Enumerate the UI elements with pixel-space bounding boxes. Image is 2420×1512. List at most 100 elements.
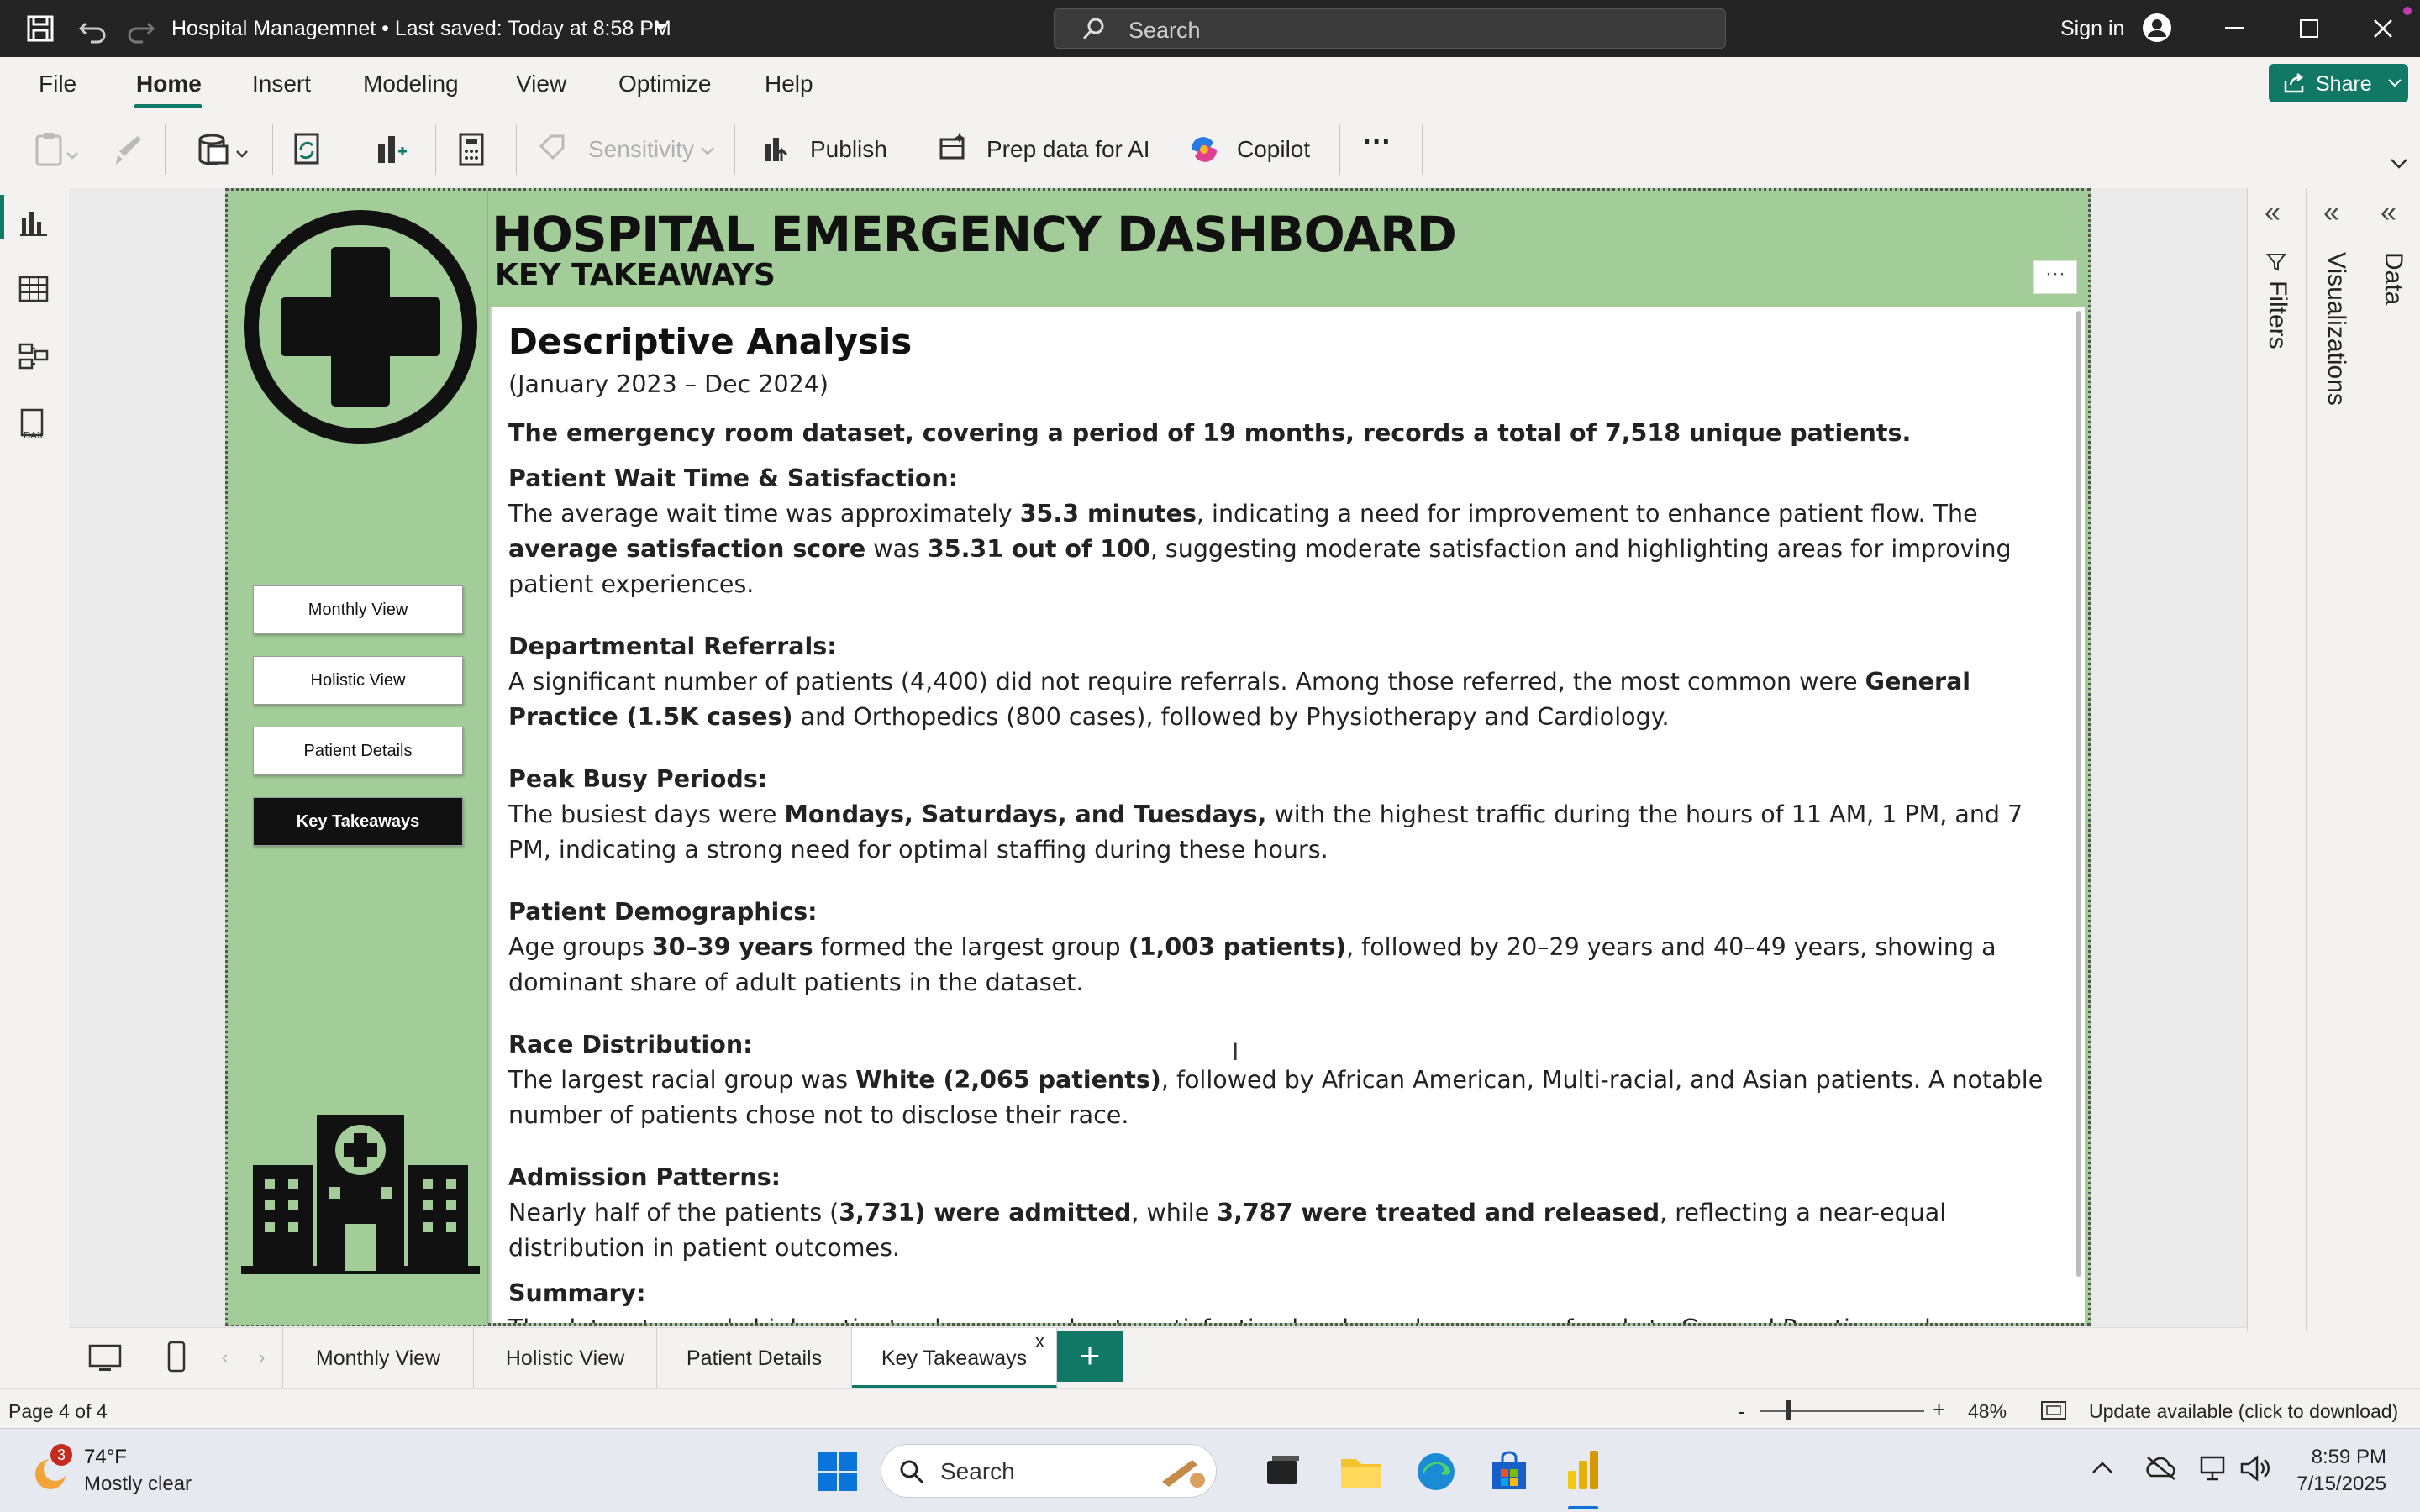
menu-optimize[interactable]: Optimize bbox=[618, 71, 711, 97]
onedrive-sync-icon[interactable] bbox=[2144, 1454, 2178, 1481]
dax-query-view-icon[interactable]: DAX bbox=[17, 407, 50, 440]
refresh-icon[interactable] bbox=[291, 129, 324, 170]
show-hidden-icons-icon[interactable] bbox=[2091, 1459, 2114, 1476]
page-tabs-bar: ‹ › Monthly View Holistic View Patient D… bbox=[69, 1327, 2247, 1389]
sensitivity-icon[interactable] bbox=[538, 129, 568, 170]
report-view-icon[interactable] bbox=[17, 205, 50, 239]
taskbar-clock-time[interactable]: 8:59 PM bbox=[2286, 1446, 2386, 1469]
copilot-label[interactable]: Copilot bbox=[1237, 136, 1310, 163]
page-tab-holistic-view[interactable]: Holistic View bbox=[474, 1328, 657, 1389]
share-chevron-icon bbox=[2388, 79, 2402, 87]
microsoft-store-icon[interactable] bbox=[1489, 1451, 1529, 1493]
maximize-icon[interactable] bbox=[2299, 18, 2319, 39]
model-view-icon[interactable] bbox=[17, 339, 50, 373]
filters-collapse-icon[interactable]: « bbox=[2265, 197, 2281, 229]
menu-insert[interactable]: Insert bbox=[252, 71, 311, 97]
active-view-indicator bbox=[0, 195, 4, 239]
copilot-icon[interactable] bbox=[1186, 129, 1222, 170]
save-icon[interactable] bbox=[25, 13, 55, 44]
format-painter-icon[interactable] bbox=[113, 129, 146, 170]
volume-icon[interactable] bbox=[2238, 1454, 2272, 1483]
prep-data-label[interactable]: Prep data for AI bbox=[986, 136, 1150, 163]
more-options-button[interactable]: ··· bbox=[1363, 126, 1392, 159]
publish-icon[interactable] bbox=[760, 129, 793, 170]
zoom-slider-thumb[interactable] bbox=[1786, 1400, 1791, 1420]
page-tab-key-takeaways[interactable]: Key Takeaways x bbox=[852, 1328, 1057, 1389]
menu-file[interactable]: File bbox=[39, 71, 76, 97]
menu-help[interactable]: Help bbox=[765, 71, 813, 97]
data-pane[interactable]: « Data bbox=[2365, 188, 2420, 1331]
demographics-section: Patient Demographics: Age groups 30–39 y… bbox=[508, 895, 2071, 1000]
publish-label[interactable]: Publish bbox=[810, 136, 887, 163]
nav-holistic-view-button[interactable]: Holistic View bbox=[253, 656, 463, 705]
edge-browser-icon[interactable] bbox=[1415, 1451, 1457, 1493]
prep-data-icon[interactable] bbox=[936, 129, 970, 170]
weather-temperature[interactable]: 74°F bbox=[84, 1446, 127, 1469]
get-data-icon[interactable] bbox=[192, 129, 255, 170]
close-tab-icon[interactable]: x bbox=[1035, 1311, 1044, 1372]
ribbon: Sensitivity Publish Prep data for AI Cop… bbox=[0, 111, 2420, 188]
report-page: Monthly View Holistic View Patient Detai… bbox=[225, 188, 2091, 1326]
weather-badge: 3 bbox=[50, 1444, 72, 1466]
tabs-prev-icon[interactable]: ‹ bbox=[222, 1347, 228, 1368]
chevron-down-icon[interactable] bbox=[652, 22, 669, 34]
nav-monthly-view-button[interactable]: Monthly View bbox=[253, 585, 463, 634]
zoom-out-button[interactable]: - bbox=[1738, 1399, 1745, 1425]
windows-start-icon[interactable] bbox=[817, 1451, 859, 1493]
title-search-box[interactable]: Search bbox=[1054, 8, 1726, 49]
medical-cross-icon bbox=[241, 207, 480, 446]
nav-key-takeaways-button[interactable]: Key Takeaways bbox=[253, 797, 463, 846]
visualizations-collapse-icon[interactable]: « bbox=[2323, 197, 2339, 229]
fit-to-page-icon[interactable] bbox=[2040, 1400, 2067, 1420]
data-collapse-icon[interactable]: « bbox=[2381, 197, 2396, 229]
power-bi-icon[interactable] bbox=[1565, 1449, 1602, 1493]
document-title[interactable]: Hospital Managemnet • Last saved: Today … bbox=[171, 17, 671, 41]
new-visual-icon[interactable] bbox=[373, 129, 407, 170]
sign-in-link[interactable]: Sign in bbox=[2060, 17, 2124, 41]
tabs-next-icon[interactable]: › bbox=[259, 1347, 265, 1368]
ribbon-separator bbox=[516, 124, 517, 175]
minimize-icon[interactable] bbox=[2225, 27, 2244, 30]
page-tab-patient-details[interactable]: Patient Details bbox=[657, 1328, 852, 1389]
page-tab-label: Key Takeaways bbox=[881, 1347, 1028, 1370]
paste-icon[interactable] bbox=[34, 129, 81, 170]
task-view-icon[interactable] bbox=[1264, 1452, 1302, 1491]
redo-icon[interactable] bbox=[126, 13, 156, 44]
update-available-link[interactable]: Update available (click to download) bbox=[2089, 1400, 2398, 1423]
filters-pane[interactable]: « Filters bbox=[2247, 188, 2306, 1331]
account-icon[interactable] bbox=[2141, 12, 2173, 44]
textbox-scrollbar[interactable] bbox=[2076, 311, 2081, 1277]
add-page-button[interactable]: + bbox=[1057, 1331, 1123, 1382]
zoom-slider-track[interactable] bbox=[1760, 1410, 1924, 1412]
section-title: Patient Wait Time & Satisfaction: bbox=[508, 465, 959, 492]
network-icon[interactable] bbox=[2198, 1454, 2228, 1483]
menu-view[interactable]: View bbox=[516, 71, 566, 97]
desktop-layout-icon[interactable] bbox=[87, 1343, 123, 1373]
filters-pane-label: Filters bbox=[2264, 281, 2291, 349]
sensitivity-label[interactable]: Sensitivity bbox=[588, 136, 694, 163]
section-text: The largest racial group was bbox=[508, 1066, 856, 1094]
share-button[interactable]: Share bbox=[2269, 64, 2408, 102]
menu-home[interactable]: Home bbox=[136, 71, 202, 97]
menu-modeling[interactable]: Modeling bbox=[363, 71, 459, 97]
section-highlight: 3,787 were treated and released bbox=[1217, 1199, 1660, 1226]
sensitivity-chevron-icon[interactable] bbox=[699, 129, 716, 170]
page-tab-monthly-view[interactable]: Monthly View bbox=[282, 1328, 474, 1389]
zoom-in-button[interactable]: + bbox=[1933, 1397, 1945, 1423]
visualizations-pane[interactable]: « Visualizations bbox=[2306, 188, 2365, 1331]
file-explorer-icon[interactable] bbox=[1339, 1452, 1383, 1491]
visual-more-options-button[interactable]: ··· bbox=[2033, 260, 2077, 294]
table-view-icon[interactable] bbox=[17, 272, 50, 306]
ribbon-separator bbox=[734, 124, 735, 175]
nav-patient-details-button[interactable]: Patient Details bbox=[253, 727, 463, 775]
taskbar-search-box[interactable]: Search bbox=[881, 1444, 1217, 1498]
taskbar-clock-date[interactable]: 7/15/2025 bbox=[2269, 1473, 2386, 1496]
new-measure-icon[interactable] bbox=[457, 129, 487, 170]
key-takeaways-textbox[interactable]: Descriptive Analysis (January 2023 – Dec… bbox=[490, 307, 2085, 1323]
close-icon[interactable] bbox=[2373, 18, 2393, 39]
zoom-percentage[interactable]: 48% bbox=[1968, 1400, 2007, 1423]
text-cursor-icon: I bbox=[1232, 1038, 1239, 1066]
mobile-layout-icon[interactable] bbox=[166, 1340, 187, 1373]
undo-icon[interactable] bbox=[77, 13, 108, 44]
weather-description[interactable]: Mostly clear bbox=[84, 1473, 192, 1496]
